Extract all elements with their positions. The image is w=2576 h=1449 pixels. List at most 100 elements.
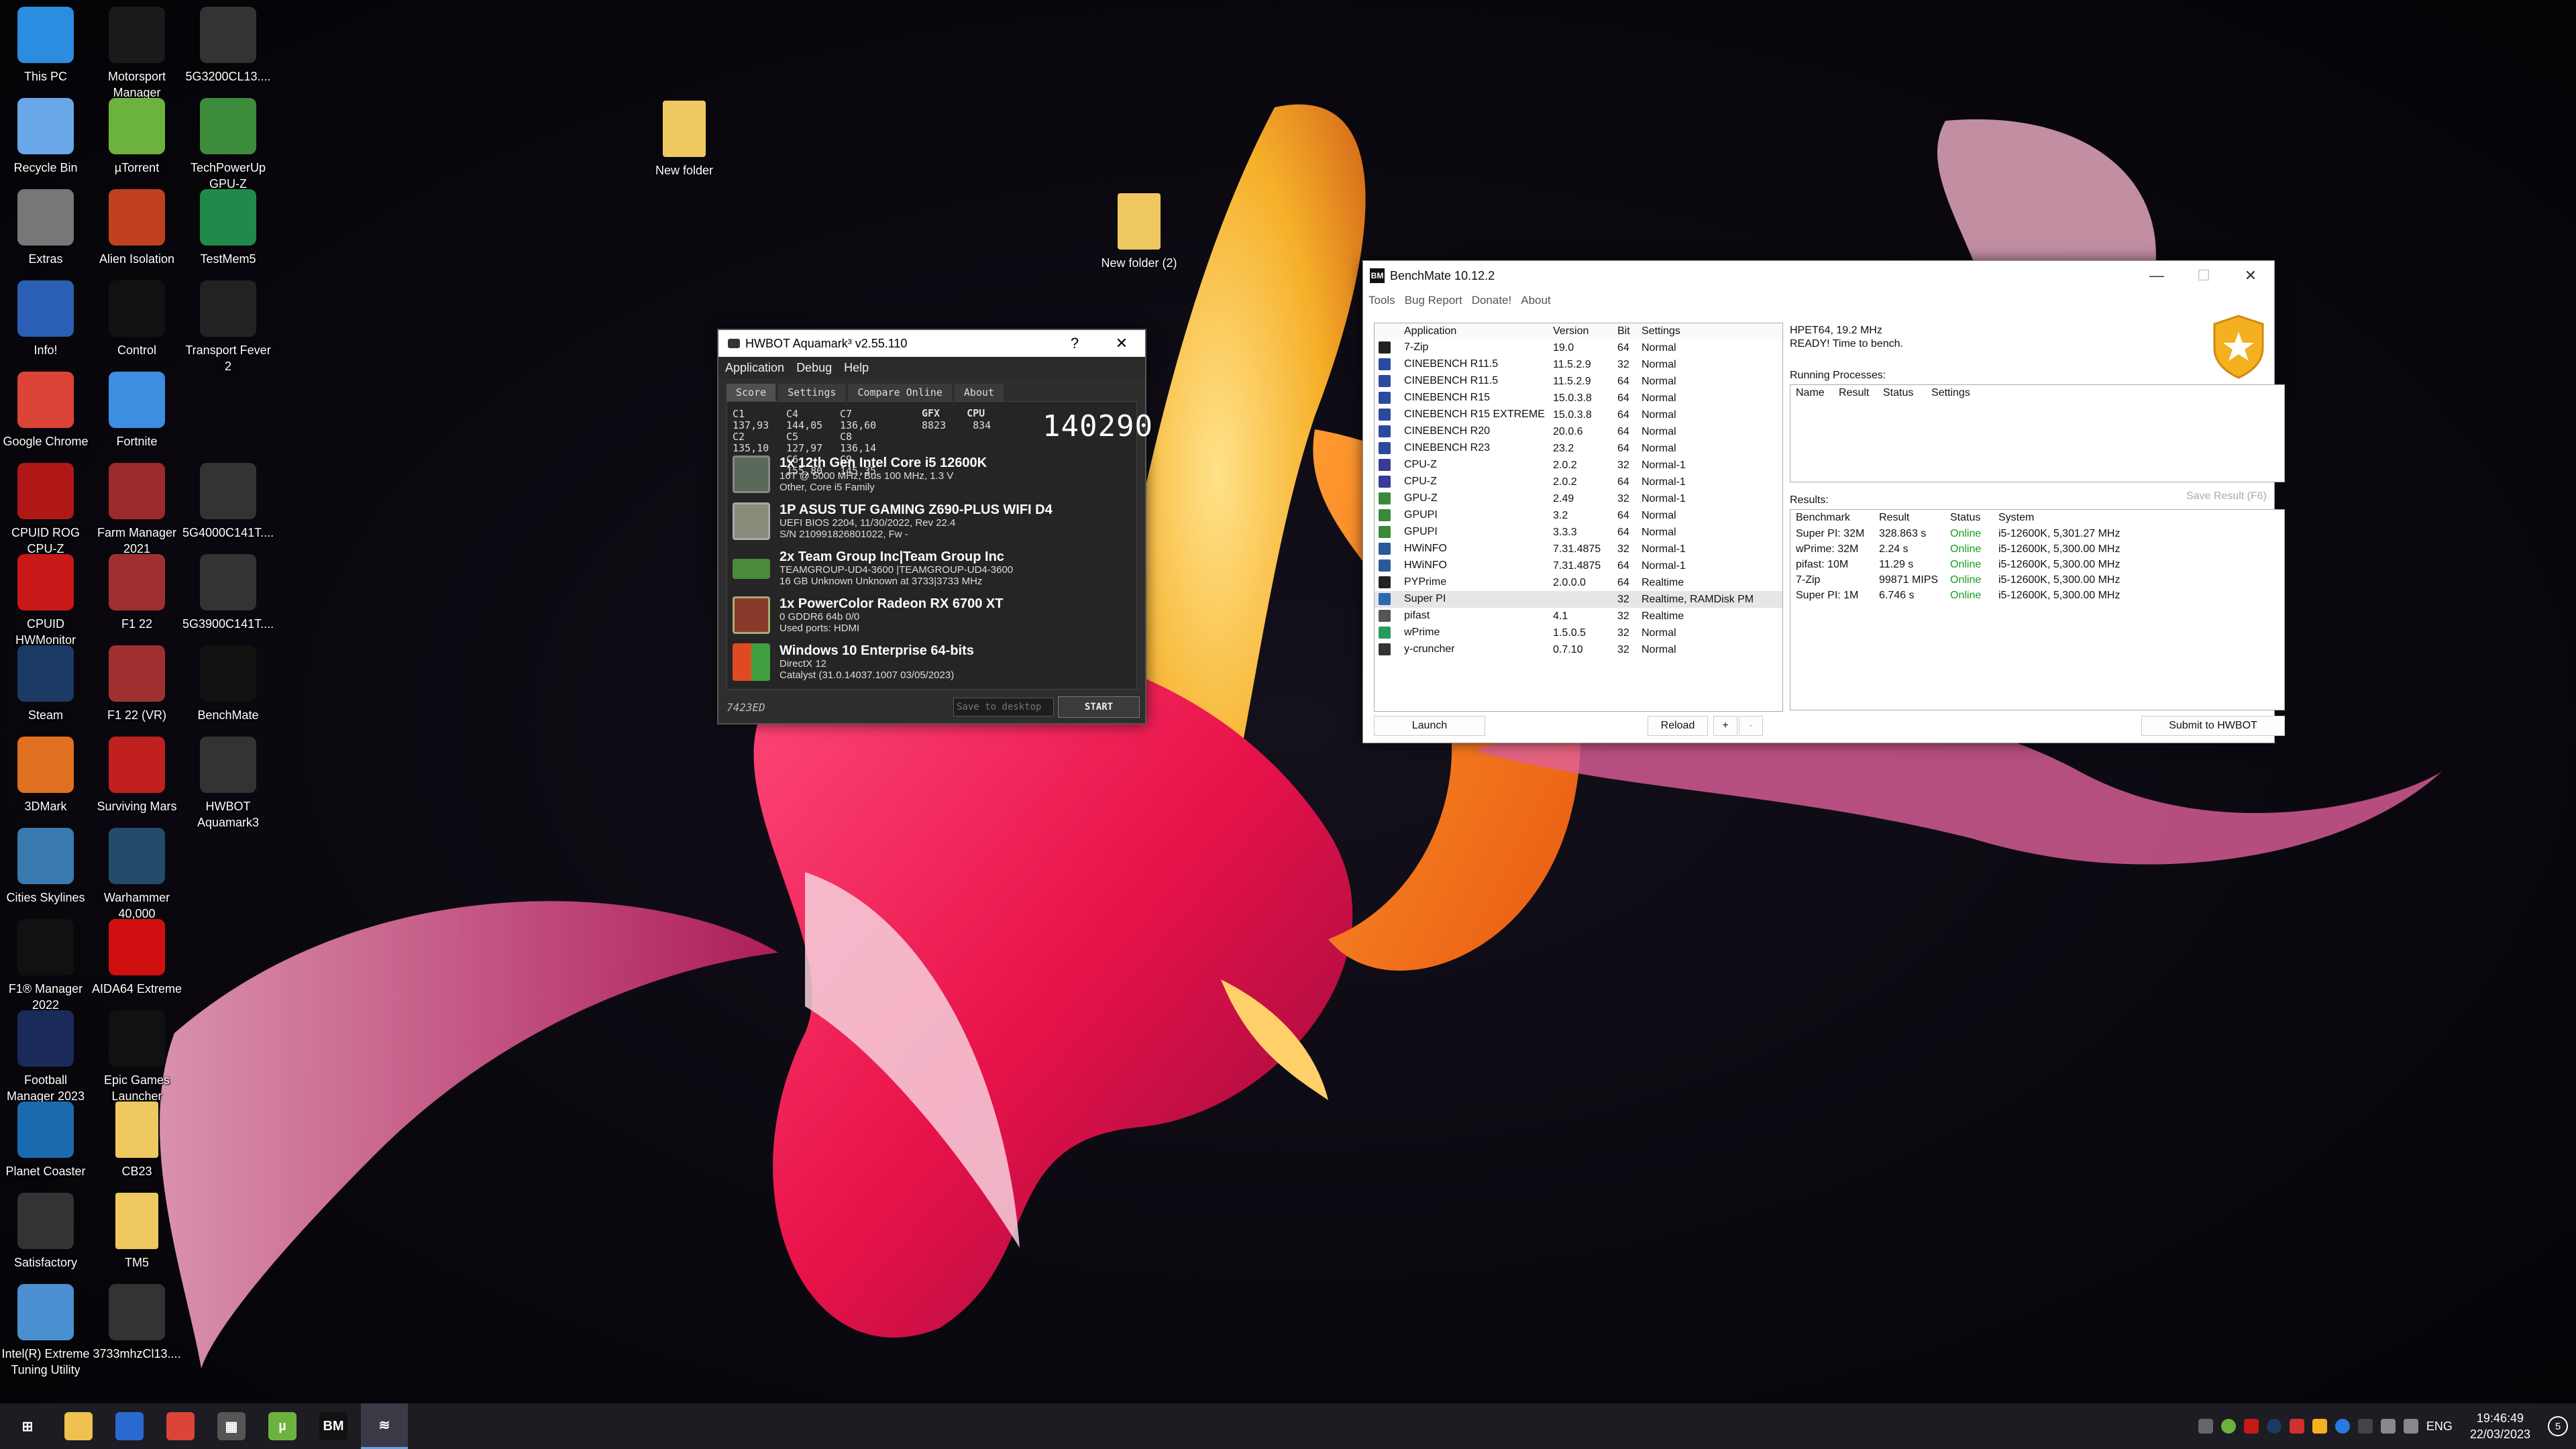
benchmate-tray-icon[interactable] [2312,1419,2327,1434]
app-row[interactable]: GPU-Z 2.49 32 Normal-1 [1375,490,1782,507]
save-result-button[interactable]: Save Result (F6) [2168,486,2285,506]
desktop-icon[interactable]: Satisfactory [0,1193,91,1271]
utorrent[interactable]: µ [259,1403,306,1449]
desktop-icon[interactable]: CB23 [91,1102,182,1179]
desktop-icon[interactable]: F1 22 [91,554,182,632]
desktop-icon[interactable]: F1® Manager 2022 [0,919,91,1013]
clock[interactable]: 19:46:49 22/03/2023 [2470,1410,2530,1442]
network-icon[interactable] [2380,1419,2396,1434]
app-row[interactable]: y-cruncher 0.7.10 32 Normal [1375,641,1782,658]
benchmate[interactable]: BM [310,1403,357,1449]
menu-bug-report[interactable]: Bug Report [1405,294,1462,307]
calculator[interactable]: ▦ [208,1403,255,1449]
app-row[interactable]: CPU-Z 2.0.2 64 Normal-1 [1375,474,1782,490]
desktop-icon[interactable]: CPUID HWMonitor [0,554,91,648]
desktop-icon[interactable]: CPUID ROG CPU-Z [0,463,91,557]
desktop-icon[interactable]: Recycle Bin [0,98,91,176]
menu-debug[interactable]: Debug [796,361,832,375]
desktop-icon[interactable]: Steam [0,645,91,723]
desktop-icon[interactable]: 5G4000C141T.... [182,463,274,541]
desktop-icon[interactable]: Surviving Mars [91,737,182,814]
ms-store[interactable] [106,1403,153,1449]
desktop-icon[interactable]: Control [91,280,182,358]
desktop-icon[interactable]: TestMem5 [182,189,274,267]
col-name[interactable]: Name [1790,385,1833,401]
col-benchmark[interactable]: Benchmark [1790,510,1874,526]
tab-settings[interactable]: Settings [778,384,846,401]
desktop-icon[interactable]: Intel(R) Extreme Tuning Utility [0,1284,91,1378]
app-row[interactable]: GPUPI 3.3.3 64 Normal [1375,524,1782,541]
chevron-up-icon[interactable] [2357,1419,2373,1434]
volume-icon[interactable] [2403,1419,2418,1434]
close-button[interactable]: ✕ [2227,267,2274,284]
desktop-icon[interactable]: TM5 [91,1193,182,1271]
benchmate-window[interactable]: BM BenchMate 10.12.2 — ☐ ✕ Tools Bug Rep… [1362,260,2285,743]
app-row[interactable]: PYPrime 2.0.0.0 64 Realtime [1375,574,1782,591]
submit-to-hwbot-button[interactable]: Submit to HWBOT [2141,716,2285,736]
utorrent-tray-icon[interactable] [2220,1419,2236,1434]
tab-about[interactable]: About [954,384,1004,401]
desktop-icon[interactable]: Cities Skylines [0,828,91,906]
desktop-icon[interactable]: Info! [0,280,91,358]
desktop-icon[interactable]: New folder [639,101,730,178]
desktop-icon[interactable]: Transport Fever 2 [182,280,274,374]
start-button[interactable]: START [1058,696,1140,718]
desktop-icon[interactable]: Fortnite [91,372,182,449]
app-row[interactable]: Super PI 32 Realtime, RAMDisk PM [1375,591,1782,608]
aquamark-titlebar[interactable]: HWBOT Aquamark³ v2.55.110 ? ✕ [718,330,1145,357]
col-version[interactable]: Version [1549,323,1613,339]
app-row[interactable]: HWiNFO 7.31.4875 64 Normal-1 [1375,557,1782,574]
desktop-icon[interactable]: HWBOT Aquamark3 [182,737,274,830]
file-explorer[interactable] [55,1403,102,1449]
col-system[interactable]: System [1993,510,2284,526]
language-indicator[interactable]: ENG [2426,1419,2453,1434]
desktop-icon[interactable]: Planet Coaster [0,1102,91,1179]
col-status[interactable]: Status [1878,385,1926,401]
tab-compare-online[interactable]: Compare Online [848,384,952,401]
results-list[interactable]: Benchmark Result Status System Super PI:… [1790,509,2285,710]
app-row[interactable]: CPU-Z 2.0.2 32 Normal-1 [1375,457,1782,474]
menu-help[interactable]: Help [844,361,869,375]
desktop-icon[interactable]: Farm Manager 2021 [91,463,182,557]
menu-donate[interactable]: Donate! [1472,294,1512,307]
desktop-icon[interactable]: Motorsport Manager [91,7,182,101]
result-row[interactable]: Super PI: 32M 328.863 s Online i5-12600K, 5… [1790,526,2284,541]
reload-button[interactable]: Reload [1648,716,1708,736]
result-row[interactable]: Super PI: 1M 6.746 s Online i5-12600K, 5,30… [1790,588,2284,603]
result-row[interactable]: 7-Zip 99871 MIPS Online i5-12600K, 5,300.00… [1790,572,2284,588]
add-button[interactable]: + [1713,716,1737,736]
desktop-icon[interactable]: TechPowerUp GPU-Z [182,98,274,192]
help-button[interactable]: ? [1051,335,1098,352]
desktop-icon[interactable]: 5G3200CL13.... [182,7,274,85]
col-result[interactable]: Result [1874,510,1945,526]
col-settings[interactable]: Settings [1926,385,2284,401]
app-row[interactable]: CINEBENCH R11.5 11.5.2.9 32 Normal [1375,356,1782,373]
desktop-icon[interactable]: AIDA64 Extreme [91,919,182,997]
app-row[interactable]: CINEBENCH R15 EXTREME 15.0.3.8 64 Normal [1375,407,1782,423]
col-application[interactable]: Application [1375,323,1549,339]
aquamark[interactable]: ≋ [361,1403,408,1449]
desktop-icon[interactable]: Alien Isolation [91,189,182,267]
desktop-icon[interactable]: Epic Games Launcher [91,1010,182,1104]
maximize-button[interactable]: ☐ [2180,267,2227,284]
desktop-icon[interactable]: F1 22 (VR) [91,645,182,723]
notification-badge[interactable]: 5 [2548,1416,2568,1436]
save-to-desktop-field[interactable] [953,698,1054,716]
desktop-icon[interactable]: Google Chrome [0,372,91,449]
menu-application[interactable]: Application [725,361,784,375]
launch-button[interactable]: Launch [1374,716,1485,736]
result-row[interactable]: pifast: 10M 11.29 s Online i5-12600K, 5,300… [1790,557,2284,572]
close-button[interactable]: ✕ [1098,335,1145,352]
app-row[interactable]: CINEBENCH R11.5 11.5.2.9 64 Normal [1375,373,1782,390]
desktop-icon[interactable]: µTorrent [91,98,182,176]
desktop-icon[interactable]: 3733mhzCl13.... [91,1284,182,1362]
menu-about[interactable]: About [1521,294,1550,307]
desktop-icon[interactable]: Football Manager 2023 [0,1010,91,1104]
desktop-icon[interactable]: BenchMate [182,645,274,723]
col-settings[interactable]: Settings [1638,323,1782,339]
hwmonitor-tray-icon[interactable] [2243,1419,2259,1434]
app-row[interactable]: CINEBENCH R20 20.0.6 64 Normal [1375,423,1782,440]
app-row[interactable]: 7-Zip 19.0 64 Normal [1375,339,1782,356]
app-row[interactable]: CINEBENCH R15 15.0.3.8 64 Normal [1375,390,1782,407]
application-list[interactable]: Application Version Bit Settings 7-Zip 19… [1374,323,1783,712]
